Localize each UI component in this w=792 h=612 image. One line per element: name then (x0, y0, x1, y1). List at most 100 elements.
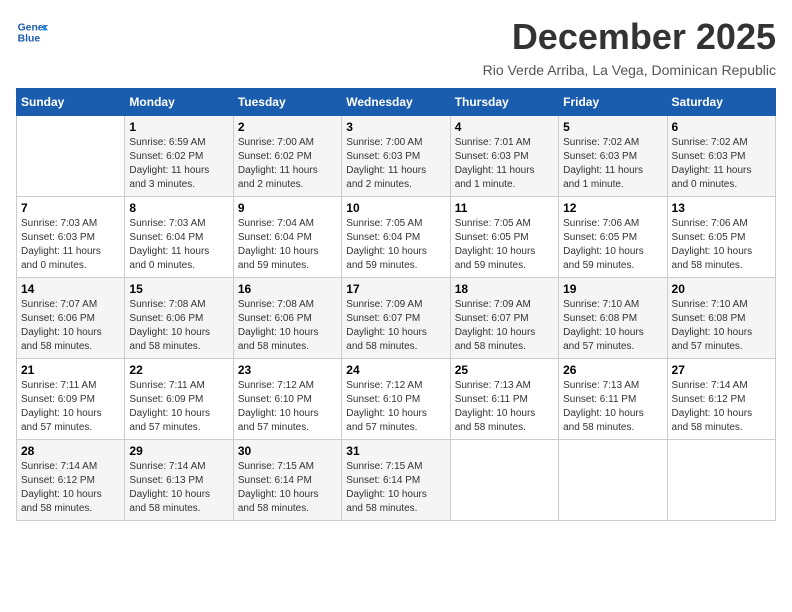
header-tuesday: Tuesday (233, 89, 341, 116)
day-info: Sunrise: 7:14 AM Sunset: 6:12 PM Dayligh… (21, 460, 120, 516)
day-cell: 19Sunrise: 7:10 AM Sunset: 6:08 PM Dayli… (559, 278, 667, 359)
day-cell: 16 Sunrise: 7:08 AM Sunset: 6:06 PM Dayli… (233, 278, 341, 359)
day-number: 2 (238, 120, 337, 134)
day-number: 6 (672, 120, 771, 134)
day-cell: 25 Sunrise: 7:13 AM Sunset: 6:11 PM Dayli… (450, 359, 558, 440)
day-info: Sunrise: 7:01 AM Sunset: 6:03 PM Dayligh… (455, 136, 554, 192)
day-cell: 22Sunrise: 7:11 AM Sunset: 6:09 PM Dayli… (125, 359, 233, 440)
day-info: Sunrise: 7:04 AM Sunset: 6:04 PM Dayligh… (238, 217, 337, 273)
day-cell: 15 Sunrise: 7:08 AM Sunset: 6:06 PM Dayli… (125, 278, 233, 359)
day-info: Sunrise: 6:59 AM Sunset: 6:02 PM Dayligh… (129, 136, 228, 192)
day-number: 12 (563, 201, 662, 215)
day-cell: 1 Sunrise: 6:59 AM Sunset: 6:02 PM Daylig… (125, 116, 233, 197)
day-info: Sunrise: 7:08 AM Sunset: 6:06 PM Dayligh… (129, 298, 228, 354)
day-info: Sunrise: 7:08 AM Sunset: 6:06 PM Dayligh… (238, 298, 337, 354)
day-cell (450, 440, 558, 521)
day-info: Sunrise: 7:12 AM Sunset: 6:10 PM Dayligh… (238, 379, 337, 435)
day-number: 26 (563, 363, 662, 377)
day-cell: 6 Sunrise: 7:02 AM Sunset: 6:03 PM Daylig… (667, 116, 775, 197)
title-block: December 2025 (512, 16, 776, 58)
day-info: Sunrise: 7:14 AM Sunset: 6:13 PM Dayligh… (129, 460, 228, 516)
day-number: 23 (238, 363, 337, 377)
day-cell: 7 Sunrise: 7:03 AM Sunset: 6:03 PM Daylig… (17, 197, 125, 278)
day-number: 16 (238, 282, 337, 296)
day-number: 22 (129, 363, 228, 377)
day-number: 11 (455, 201, 554, 215)
day-cell: 21Sunrise: 7:11 AM Sunset: 6:09 PM Dayli… (17, 359, 125, 440)
day-cell: 20Sunrise: 7:10 AM Sunset: 6:08 PM Dayli… (667, 278, 775, 359)
day-cell: 27 Sunrise: 7:14 AM Sunset: 6:12 PM Dayli… (667, 359, 775, 440)
day-number: 31 (346, 444, 445, 458)
day-cell: 23 Sunrise: 7:12 AM Sunset: 6:10 PM Dayli… (233, 359, 341, 440)
day-cell: 5 Sunrise: 7:02 AM Sunset: 6:03 PM Daylig… (559, 116, 667, 197)
header-friday: Friday (559, 89, 667, 116)
header-sunday: Sunday (17, 89, 125, 116)
day-number: 17 (346, 282, 445, 296)
day-info: Sunrise: 7:09 AM Sunset: 6:07 PM Dayligh… (455, 298, 554, 354)
day-info: Sunrise: 7:06 AM Sunset: 6:05 PM Dayligh… (563, 217, 662, 273)
day-number: 4 (455, 120, 554, 134)
header-thursday: Thursday (450, 89, 558, 116)
day-number: 7 (21, 201, 120, 215)
day-info: Sunrise: 7:07 AM Sunset: 6:06 PM Dayligh… (21, 298, 120, 354)
day-cell: 2 Sunrise: 7:00 AM Sunset: 6:02 PM Daylig… (233, 116, 341, 197)
day-cell: 3 Sunrise: 7:00 AM Sunset: 6:03 PM Daylig… (342, 116, 450, 197)
header-monday: Monday (125, 89, 233, 116)
day-info: Sunrise: 7:02 AM Sunset: 6:03 PM Dayligh… (672, 136, 771, 192)
day-info: Sunrise: 7:02 AM Sunset: 6:03 PM Dayligh… (563, 136, 662, 192)
header-saturday: Saturday (667, 89, 775, 116)
day-cell (17, 116, 125, 197)
day-cell: 28 Sunrise: 7:14 AM Sunset: 6:12 PM Dayli… (17, 440, 125, 521)
day-number: 14 (21, 282, 120, 296)
day-cell: 8Sunrise: 7:03 AM Sunset: 6:04 PM Daylig… (125, 197, 233, 278)
day-info: Sunrise: 7:15 AM Sunset: 6:14 PM Dayligh… (346, 460, 445, 516)
day-number: 9 (238, 201, 337, 215)
day-cell: 10 Sunrise: 7:05 AM Sunset: 6:04 PM Dayli… (342, 197, 450, 278)
day-cell: 14 Sunrise: 7:07 AM Sunset: 6:06 PM Dayli… (17, 278, 125, 359)
day-info: Sunrise: 7:09 AM Sunset: 6:07 PM Dayligh… (346, 298, 445, 354)
day-info: Sunrise: 7:10 AM Sunset: 6:08 PM Dayligh… (563, 298, 662, 354)
day-info: Sunrise: 7:00 AM Sunset: 6:03 PM Dayligh… (346, 136, 445, 192)
svg-text:Blue: Blue (18, 34, 41, 45)
day-info: Sunrise: 7:12 AM Sunset: 6:10 PM Dayligh… (346, 379, 445, 435)
day-cell: 18Sunrise: 7:09 AM Sunset: 6:07 PM Dayli… (450, 278, 558, 359)
day-info: Sunrise: 7:00 AM Sunset: 6:02 PM Dayligh… (238, 136, 337, 192)
day-number: 13 (672, 201, 771, 215)
logo-icon: General Blue (16, 16, 48, 48)
day-number: 30 (238, 444, 337, 458)
week-row-1: 1 Sunrise: 6:59 AM Sunset: 6:02 PM Daylig… (17, 116, 776, 197)
day-number: 28 (21, 444, 120, 458)
day-number: 10 (346, 201, 445, 215)
day-number: 24 (346, 363, 445, 377)
day-number: 29 (129, 444, 228, 458)
day-cell: 31 Sunrise: 7:15 AM Sunset: 6:14 PM Dayli… (342, 440, 450, 521)
week-row-2: 7 Sunrise: 7:03 AM Sunset: 6:03 PM Daylig… (17, 197, 776, 278)
day-number: 27 (672, 363, 771, 377)
day-cell: 13 Sunrise: 7:06 AM Sunset: 6:05 PM Dayli… (667, 197, 775, 278)
month-year: December 2025 (512, 16, 776, 58)
week-row-5: 28 Sunrise: 7:14 AM Sunset: 6:12 PM Dayli… (17, 440, 776, 521)
weekday-header-row: Sunday Monday Tuesday Wednesday Thursday… (17, 89, 776, 116)
day-number: 25 (455, 363, 554, 377)
day-info: Sunrise: 7:03 AM Sunset: 6:03 PM Dayligh… (21, 217, 120, 273)
day-info: Sunrise: 7:13 AM Sunset: 6:11 PM Dayligh… (455, 379, 554, 435)
logo: General Blue General Blue (16, 16, 48, 48)
calendar-table: Sunday Monday Tuesday Wednesday Thursday… (16, 88, 776, 521)
day-cell: 9 Sunrise: 7:04 AM Sunset: 6:04 PM Daylig… (233, 197, 341, 278)
day-info: Sunrise: 7:10 AM Sunset: 6:08 PM Dayligh… (672, 298, 771, 354)
week-row-4: 21Sunrise: 7:11 AM Sunset: 6:09 PM Dayli… (17, 359, 776, 440)
day-number: 5 (563, 120, 662, 134)
day-info: Sunrise: 7:03 AM Sunset: 6:04 PM Dayligh… (129, 217, 228, 273)
day-info: Sunrise: 7:05 AM Sunset: 6:04 PM Dayligh… (346, 217, 445, 273)
day-cell: 4 Sunrise: 7:01 AM Sunset: 6:03 PM Daylig… (450, 116, 558, 197)
day-cell: 12 Sunrise: 7:06 AM Sunset: 6:05 PM Dayli… (559, 197, 667, 278)
day-number: 3 (346, 120, 445, 134)
week-row-3: 14 Sunrise: 7:07 AM Sunset: 6:06 PM Dayli… (17, 278, 776, 359)
day-info: Sunrise: 7:06 AM Sunset: 6:05 PM Dayligh… (672, 217, 771, 273)
day-cell (559, 440, 667, 521)
day-info: Sunrise: 7:14 AM Sunset: 6:12 PM Dayligh… (672, 379, 771, 435)
header: General Blue General Blue December 2025 (16, 16, 776, 58)
day-cell: 11Sunrise: 7:05 AM Sunset: 6:05 PM Dayli… (450, 197, 558, 278)
day-number: 1 (129, 120, 228, 134)
day-number: 15 (129, 282, 228, 296)
